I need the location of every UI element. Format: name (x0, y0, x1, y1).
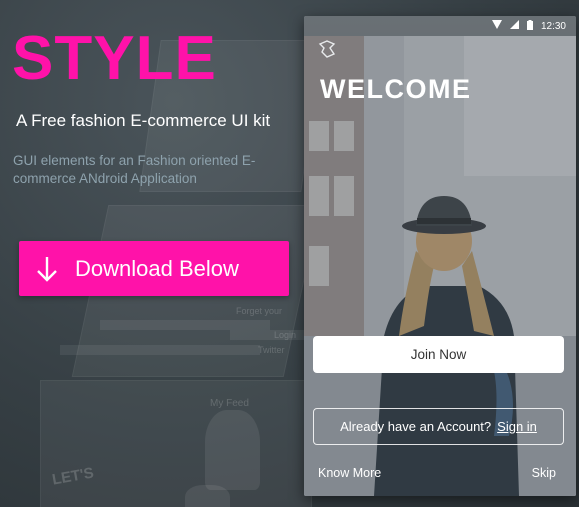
bg-mock-model (185, 485, 230, 507)
bg-mock-screen (40, 380, 312, 507)
bg-mock-line (60, 345, 260, 355)
bg-mock-line (100, 320, 270, 330)
bg-mock-line (230, 330, 310, 340)
account-signin-box: Already have an Account? Sign in (313, 408, 564, 445)
sign-in-link[interactable]: Sign in (497, 419, 537, 434)
join-now-button[interactable]: Join Now (313, 336, 564, 373)
bg-mock-text: Login (274, 330, 297, 340)
phone-mockup: 12:30 WELCOME Join Now Already have an A… (304, 16, 576, 496)
status-time: 12:30 (540, 20, 566, 32)
welcome-heading: WELCOME (320, 74, 472, 104)
bg-mock-text: Twitter (258, 345, 285, 355)
battery-icon (526, 19, 533, 33)
bg-mock-model (205, 410, 260, 490)
brand-title: STYLE (12, 24, 217, 93)
tagline: A Free fashion E-commerce UI kit (16, 111, 271, 130)
bg-mock-text: Forget your (236, 306, 283, 316)
signal-icon (509, 20, 519, 32)
know-more-link[interactable]: Know More (318, 466, 381, 480)
account-prompt: Already have an Account? (340, 419, 492, 434)
bg-mock-text: My Feed (210, 398, 249, 409)
stage: Forget your Login Twitter My Feed LET'S … (0, 0, 579, 507)
wifi-icon (491, 20, 502, 32)
app-logo-icon (318, 40, 336, 63)
download-button-label: Download Below (75, 255, 239, 281)
skip-link[interactable]: Skip (532, 466, 556, 480)
status-bar: 12:30 (304, 16, 576, 36)
bg-mock-text: LET'S (50, 464, 96, 489)
subtitle: GUI elements for an Fashion oriented E-c… (13, 153, 256, 186)
download-button[interactable]: Download Below (19, 241, 289, 296)
arrow-down-icon (19, 255, 75, 283)
